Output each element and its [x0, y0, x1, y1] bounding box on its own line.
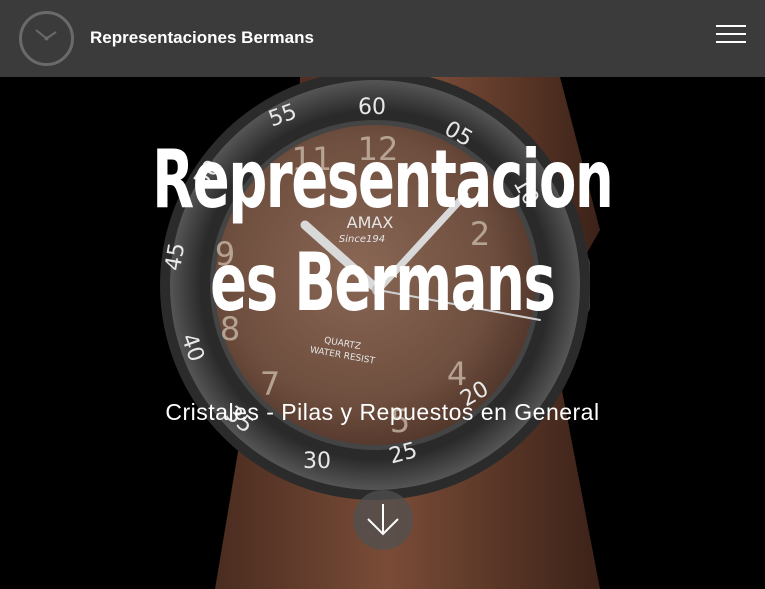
clock-icon[interactable]	[18, 10, 75, 67]
hero-subtitle: Cristales - Pilas y Repuestos en General	[165, 399, 600, 425]
bezel-number: 60	[358, 95, 386, 120]
top-navbar: Representaciones Bermans	[0, 0, 765, 77]
hero-title-line-1: Representacion	[152, 133, 613, 226]
dial-number: 7	[260, 365, 280, 403]
dial-number: 4	[447, 355, 467, 393]
menu-line	[716, 33, 746, 35]
menu-line	[716, 41, 746, 43]
hero-title: Representacion es Bermans	[122, 128, 642, 334]
menu-line	[716, 25, 746, 27]
brand-name[interactable]: Representaciones Bermans	[90, 28, 314, 48]
hero-title-line-2: es Bermans	[210, 236, 556, 329]
hamburger-menu-icon[interactable]	[716, 24, 748, 46]
scroll-down-button[interactable]	[353, 490, 413, 550]
arrow-down-icon	[367, 504, 399, 536]
bezel-number: 30	[303, 449, 331, 474]
